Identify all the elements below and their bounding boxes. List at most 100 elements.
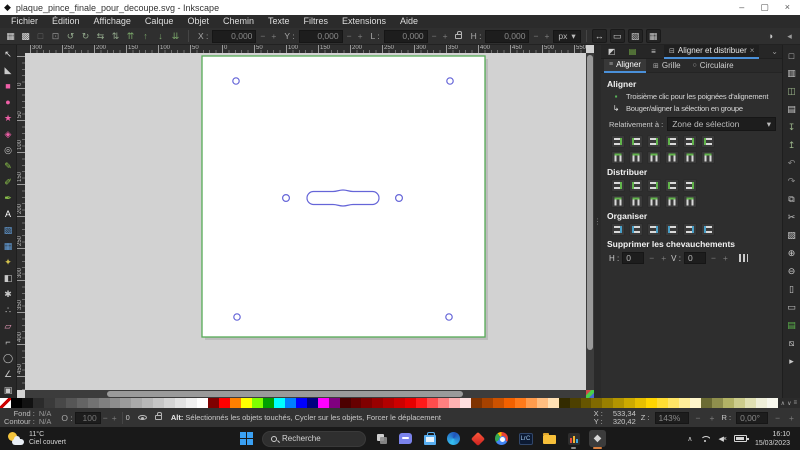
align-right-edges[interactable] [665,135,679,148]
equal-vertical-gaps[interactable] [647,195,661,208]
graph-layout[interactable] [701,223,715,236]
palette-swatch[interactable] [394,398,405,408]
x-field[interactable]: 0,000 [212,30,256,43]
y-spin-down[interactable]: − [345,31,354,41]
menu-item[interactable]: Filtres [297,15,336,28]
vertical-scrollbar-thumb[interactable] [587,55,593,350]
node-tool[interactable]: ◣ [1,62,16,78]
zoom-tool[interactable]: ◯ [1,350,16,366]
palette-swatch[interactable] [613,398,624,408]
menu-item[interactable]: Aide [393,15,425,28]
palette-swatch[interactable] [745,398,756,408]
fill-stroke-tab-icon[interactable]: ◩ [601,47,622,56]
palette-swatch[interactable] [559,398,570,408]
palette-swatch[interactable] [372,398,383,408]
width-spin-down[interactable]: − [430,31,439,41]
minimize-button[interactable]: – [739,0,744,15]
y-field[interactable]: 0,000 [299,30,343,43]
file-explorer-button[interactable] [541,430,558,447]
palette-swatch[interactable] [548,398,559,408]
remove-overlaps-button[interactable] [739,254,748,262]
tray-chevron-icon[interactable]: ∧ [687,435,692,443]
palette-swatch[interactable] [230,398,241,408]
exchange-positions[interactable] [665,195,679,208]
palette-swatch[interactable] [504,398,515,408]
height-spin-down[interactable]: − [531,31,540,41]
palette-swatch[interactable] [570,398,581,408]
menu-item[interactable]: Édition [45,15,87,28]
menu-item[interactable]: Texte [261,15,297,28]
exchange-clockwise[interactable] [665,223,679,236]
palette-swatch[interactable] [624,398,635,408]
y-spin-up[interactable]: + [356,31,365,41]
palette-swatch[interactable] [296,398,307,408]
running-app-button[interactable] [565,430,582,447]
palette-swatch[interactable] [591,398,602,408]
palette-swatch[interactable] [99,398,110,408]
palette-swatch[interactable] [340,398,351,408]
palette-swatch[interactable] [767,398,778,408]
box3d-tool[interactable]: ◈ [1,126,16,142]
palette-swatch[interactable] [756,398,767,408]
palette-swatch[interactable] [329,398,340,408]
distribute-centers-vertical[interactable] [611,195,625,208]
horizontal-scrollbar[interactable] [25,390,586,398]
palette-swatch[interactable] [219,398,230,408]
rotate-ccw-icon[interactable]: ↺ [63,29,78,43]
subtab-circulaire[interactable]: ○ Circulaire [688,59,739,73]
palette-swatch[interactable] [351,398,362,408]
palette-swatch[interactable] [241,398,252,408]
palette-swatch[interactable] [0,398,11,408]
palette-swatch[interactable] [723,398,734,408]
palette-swatch[interactable] [383,398,394,408]
center-horizontal-axis[interactable] [647,151,661,164]
text-align-horizontal[interactable] [701,135,715,148]
select-all-icon[interactable]: ▦ [3,29,18,43]
palette-swatch[interactable] [416,398,427,408]
overlap-v-down[interactable]: − [709,253,718,263]
palette-swatch[interactable] [635,398,646,408]
overlap-v-up[interactable]: + [721,253,730,263]
select-all-layers-icon[interactable]: ▩ [18,29,33,43]
distribute-left-edges[interactable] [611,179,625,192]
ellipse-tool[interactable]: ● [1,94,16,110]
palette-swatch[interactable] [318,398,329,408]
width-field[interactable]: 0,000 [384,30,428,43]
horizontal-ruler[interactable]: 3002502001501005005010015020025030035040… [25,45,586,53]
exchange-selection-order[interactable] [629,223,643,236]
star-tool[interactable]: ★ [1,110,16,126]
palette-swatch[interactable] [657,398,668,408]
opacity-field[interactable]: 100 [75,412,101,424]
clock[interactable]: 16:10 15/03/2023 [755,430,790,448]
scale-corners-toggle[interactable]: ▭ [610,29,625,43]
subtab-aligner[interactable]: ≡ Aligner [604,59,646,73]
palette-swatch[interactable] [482,398,493,408]
distribute-top-edges[interactable] [683,179,697,192]
redo-icon[interactable]: ↷ [784,173,800,190]
restore-button[interactable]: ▢ [760,0,769,15]
rotate-cw-icon[interactable]: ↻ [78,29,93,43]
palette-swatch[interactable] [646,398,657,408]
align-bottom-edges[interactable] [665,151,679,164]
palette-menu-icon[interactable]: ≡ [793,400,797,406]
height-field[interactable]: 0,000 [485,30,529,43]
palette-swatch[interactable] [285,398,296,408]
align-top-to-bottom-edge[interactable] [683,151,697,164]
palette-swatch[interactable] [438,398,449,408]
microsoft-store-button[interactable] [421,430,438,447]
tweak-tool[interactable]: ✱ [1,286,16,302]
connector-tool[interactable]: ⌐ [1,334,16,350]
zoom-in-icon[interactable]: ⊕ [784,245,800,262]
palette-scroll-up-icon[interactable]: ∧ [781,400,785,407]
zoom-drawing-icon[interactable]: ▯ [784,281,800,298]
calligraphy-tool[interactable]: ✒ [1,190,16,206]
palette-swatch[interactable] [263,398,274,408]
palette-swatch[interactable] [449,398,460,408]
height-spin-up[interactable]: + [542,31,551,41]
drawing-viewport[interactable] [25,53,586,390]
layer-indicator[interactable]: 0 [126,413,130,422]
weather-widget[interactable]: 11°CCiel couvert [0,431,200,447]
align-right-to-left-edge[interactable] [611,135,625,148]
rotation-down[interactable]: − [773,413,782,423]
palette-swatch[interactable] [679,398,690,408]
